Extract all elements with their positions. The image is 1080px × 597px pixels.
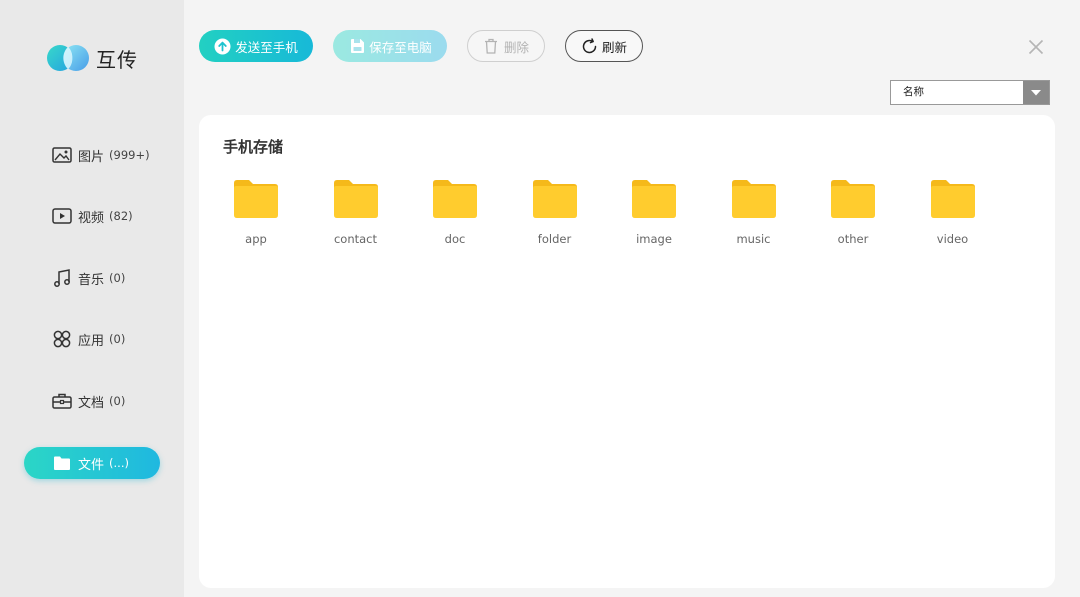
apps-icon bbox=[52, 329, 72, 349]
send-to-phone-label: 发送至手机 bbox=[235, 39, 298, 55]
chevron-down-icon[interactable] bbox=[1023, 81, 1049, 104]
folder-item[interactable]: video bbox=[913, 180, 993, 252]
save-icon bbox=[348, 38, 365, 55]
folder-icon bbox=[831, 180, 875, 218]
folder-icon bbox=[930, 180, 975, 218]
folder-name: contact bbox=[333, 232, 378, 246]
sidebar-item-count: (0) bbox=[109, 332, 126, 346]
sidebar-item-count: (...) bbox=[109, 456, 129, 470]
folder-icon bbox=[333, 180, 378, 218]
folder-item[interactable]: doc bbox=[415, 180, 495, 252]
refresh-icon bbox=[581, 37, 598, 55]
folder-name: image bbox=[636, 232, 672, 246]
delete-label: 删除 bbox=[503, 39, 529, 55]
sidebar-item-files[interactable]: 文件 (...) bbox=[24, 447, 160, 479]
music-icon bbox=[52, 268, 72, 288]
sidebar-item-count: (999+) bbox=[109, 148, 150, 162]
upload-icon bbox=[214, 38, 231, 55]
briefcase-icon bbox=[52, 391, 72, 411]
video-icon bbox=[52, 206, 72, 226]
sort-selected-value: 名称 bbox=[903, 86, 924, 98]
sidebar-item-count: (82) bbox=[109, 209, 133, 223]
file-panel: 手机存储 app contact doc folder image music … bbox=[199, 115, 1055, 588]
save-to-pc-label: 保存至电脑 bbox=[369, 39, 432, 55]
folder-icon bbox=[632, 180, 676, 218]
folder-icon bbox=[731, 180, 776, 218]
folder-item[interactable]: music bbox=[714, 180, 794, 252]
sidebar-item-apps[interactable]: 应用 (0) bbox=[24, 323, 160, 355]
sidebar-item-label: 应用 bbox=[78, 333, 105, 349]
sidebar: 互传 图片 (999+) 视频 (82) 音乐 (0) 应用 (0) 文档 (0… bbox=[0, 0, 184, 597]
folder-name: folder bbox=[537, 232, 572, 246]
image-icon bbox=[52, 145, 72, 165]
sidebar-item-videos[interactable]: 视频 (82) bbox=[24, 200, 160, 232]
folder-icon bbox=[433, 180, 477, 218]
send-to-phone-button[interactable]: 发送至手机 bbox=[199, 30, 313, 62]
sidebar-item-documents[interactable]: 文档 (0) bbox=[24, 385, 160, 417]
folder-item[interactable]: other bbox=[813, 180, 893, 252]
app-name: 互传 bbox=[96, 47, 138, 72]
app-logo: 互传 bbox=[46, 42, 138, 74]
refresh-button[interactable]: 刷新 bbox=[565, 30, 643, 62]
sidebar-item-count: (0) bbox=[109, 394, 126, 408]
sort-dropdown[interactable]: 名称 bbox=[890, 80, 1050, 105]
sidebar-item-label: 音乐 bbox=[78, 272, 105, 288]
sidebar-item-label: 图片 bbox=[78, 149, 105, 165]
panel-title: 手机存储 bbox=[223, 138, 284, 156]
refresh-label: 刷新 bbox=[601, 39, 627, 55]
folder-item[interactable]: app bbox=[216, 180, 296, 252]
folder-name: video bbox=[936, 232, 969, 246]
sidebar-item-images[interactable]: 图片 (999+) bbox=[24, 139, 160, 171]
delete-button[interactable]: 删除 bbox=[467, 30, 545, 62]
trash-icon bbox=[483, 38, 500, 55]
close-button[interactable] bbox=[1026, 37, 1046, 57]
folder-icon bbox=[532, 180, 577, 218]
folder-name: doc bbox=[444, 232, 466, 246]
folder-name: music bbox=[736, 232, 771, 246]
save-to-pc-button[interactable]: 保存至电脑 bbox=[333, 30, 447, 62]
folder-name: app bbox=[245, 232, 267, 246]
sidebar-item-label: 文档 bbox=[78, 395, 105, 411]
close-icon bbox=[1028, 39, 1044, 55]
folder-item[interactable]: image bbox=[614, 180, 694, 252]
folder-icon bbox=[52, 453, 72, 473]
sidebar-item-label: 视频 bbox=[78, 210, 105, 226]
folder-icon bbox=[234, 180, 278, 218]
sidebar-item-count: (0) bbox=[109, 271, 126, 285]
sidebar-item-label: 文件 bbox=[78, 457, 105, 473]
folder-item[interactable]: contact bbox=[316, 180, 396, 252]
folder-item[interactable]: folder bbox=[515, 180, 595, 252]
sidebar-item-music[interactable]: 音乐 (0) bbox=[24, 262, 160, 294]
folder-name: other bbox=[837, 232, 869, 246]
logo-icon bbox=[47, 45, 89, 71]
